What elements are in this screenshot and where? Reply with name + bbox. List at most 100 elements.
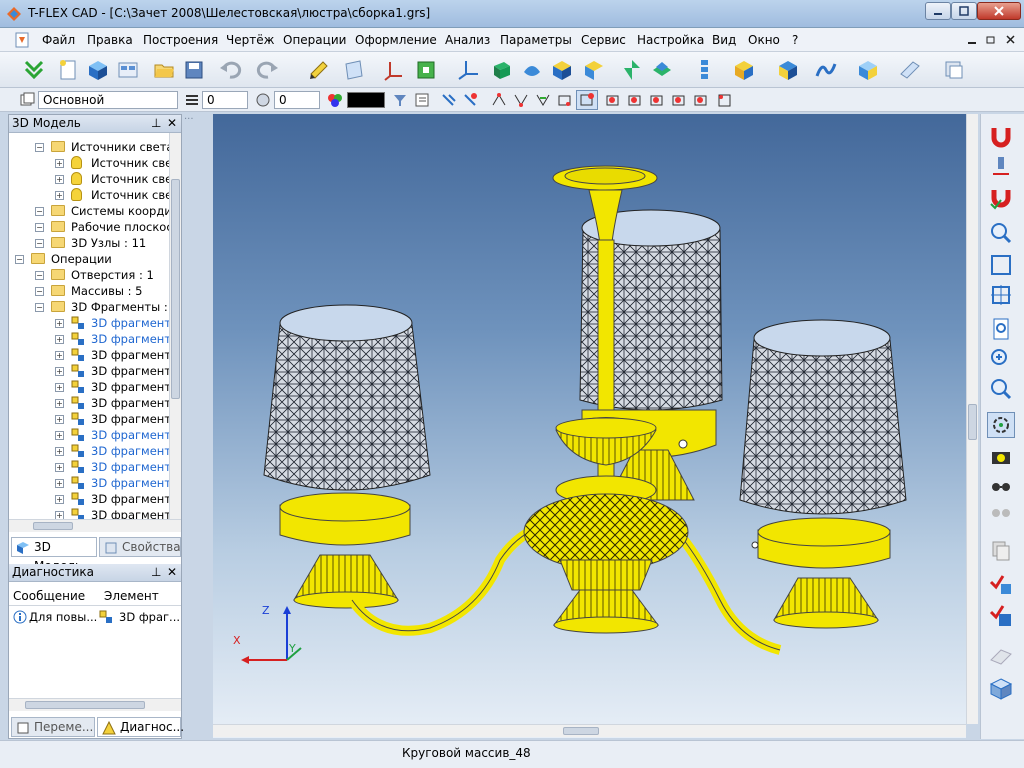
snap-group-2-icon[interactable]	[626, 92, 644, 108]
new-assembly-icon[interactable]	[116, 58, 140, 82]
expand-toggle-icon[interactable]: +	[55, 511, 64, 519]
snap-mode-active-button[interactable]	[576, 90, 598, 110]
tab-variables[interactable]: Переме...	[11, 717, 95, 737]
tree-hscroll-thumb[interactable]	[33, 522, 73, 530]
3d-view-cube-icon[interactable]	[987, 676, 1015, 702]
pin-icon[interactable]: ⊥	[151, 115, 161, 132]
expand-toggle-icon[interactable]: −	[35, 223, 44, 232]
col-element[interactable]: Элемент	[104, 589, 159, 603]
check-assembly-icon[interactable]	[987, 602, 1015, 628]
splitter-grip[interactable]: ···	[184, 114, 210, 125]
new-document-icon[interactable]	[56, 58, 80, 82]
materials-icon[interactable]	[942, 58, 966, 82]
snap-group-1-icon[interactable]	[604, 92, 622, 108]
expand-toggle-icon[interactable]: −	[15, 255, 24, 264]
solid-body-icon[interactable]	[856, 58, 880, 82]
select-element-icon[interactable]	[440, 92, 458, 108]
boolean-icon[interactable]	[620, 58, 644, 82]
tree-vertical-scrollbar[interactable]	[169, 133, 181, 519]
diag-pin-icon[interactable]: ⊥	[151, 564, 161, 581]
3d-profile-icon[interactable]	[414, 58, 438, 82]
close-button[interactable]	[977, 2, 1021, 20]
expand-toggle-icon[interactable]: +	[55, 447, 64, 456]
viewport-vscroll-thumb[interactable]	[968, 404, 977, 440]
sheet-metal-icon[interactable]	[898, 58, 922, 82]
selector-list-icon[interactable]	[414, 92, 432, 108]
glasses-icon[interactable]	[987, 474, 1015, 500]
magnet-snap-icon[interactable]	[987, 124, 1015, 150]
expand-toggle-icon[interactable]: −	[35, 287, 44, 296]
diagnostics-row[interactable]: Для повы... 3D фраг...	[9, 608, 181, 626]
menu-operations[interactable]: Операции	[283, 33, 346, 47]
tree-item[interactable]: − Рабочие плоскость	[9, 219, 169, 235]
surface-icon[interactable]	[814, 58, 838, 82]
menu-format[interactable]: Оформление	[355, 33, 437, 47]
snap-edge-icon[interactable]	[512, 92, 530, 108]
rotation-icon[interactable]	[520, 58, 544, 82]
undo-icon[interactable]	[218, 58, 242, 82]
snap-body-icon[interactable]	[556, 92, 574, 108]
zoom-window-icon[interactable]	[987, 220, 1015, 246]
tree-item[interactable]: − 3D Узлы : 11	[9, 235, 169, 251]
minimize-button[interactable]	[925, 2, 951, 20]
confirm-double-arrow-icon[interactable]	[22, 58, 46, 82]
3d-node-icon[interactable]	[456, 58, 480, 82]
edit-pencil-icon[interactable]	[307, 58, 331, 82]
menu-file[interactable]: Файл	[42, 33, 75, 47]
mdi-close-icon[interactable]	[1004, 34, 1018, 46]
menu-parameters[interactable]: Параметры	[500, 33, 572, 47]
menu-help[interactable]: ?	[792, 33, 798, 47]
menu-analysis[interactable]: Анализ	[445, 33, 490, 47]
snap-group-5-icon[interactable]	[692, 92, 710, 108]
camera-icon[interactable]	[987, 444, 1015, 470]
tree-item[interactable]: +3D фрагмент_	[9, 379, 169, 395]
tree-item[interactable]: +3D фрагмент_	[9, 475, 169, 491]
lcs-axes-icon[interactable]	[382, 58, 406, 82]
tab-diagnostics[interactable]: Диагнос...	[97, 717, 184, 737]
tree-item[interactable]: − 3D Фрагменты : 1	[9, 299, 169, 315]
pin-object-icon[interactable]	[987, 154, 1015, 180]
tab-3d-model[interactable]: 3D Модель	[11, 537, 97, 573]
mdi-restore-icon[interactable]	[984, 34, 998, 46]
expand-toggle-icon[interactable]: −	[35, 239, 44, 248]
menu-window[interactable]: Окно	[748, 33, 780, 47]
save-file-icon[interactable]	[182, 58, 206, 82]
tree-item[interactable]: +3D фрагмент_	[9, 395, 169, 411]
tree-item[interactable]: + Источник свет	[9, 155, 169, 171]
loft-icon[interactable]	[550, 58, 574, 82]
expand-toggle-icon[interactable]: +	[55, 431, 64, 440]
select-filter-icon[interactable]	[462, 92, 480, 108]
expand-toggle-icon[interactable]: +	[55, 175, 64, 184]
close-panel-icon[interactable]: ✕	[167, 115, 177, 132]
new-3d-model-icon[interactable]	[86, 58, 110, 82]
menu-settings[interactable]: Настройка	[637, 33, 704, 47]
tree-item[interactable]: +3D фрагмент_	[9, 315, 169, 331]
snap-all-icon[interactable]	[716, 92, 734, 108]
zoom-in-icon[interactable]	[987, 346, 1015, 372]
expand-toggle-icon[interactable]: +	[55, 335, 64, 344]
color-palette-icon[interactable]	[326, 92, 344, 108]
section-plane-icon[interactable]	[987, 642, 1015, 668]
expand-toggle-icon[interactable]: −	[35, 303, 44, 312]
tree-item[interactable]: +3D фрагмент_	[9, 427, 169, 443]
magnet-check-icon[interactable]	[987, 186, 1015, 212]
rotate-view-button[interactable]	[987, 412, 1015, 438]
diag-close-icon[interactable]: ✕	[167, 564, 177, 581]
diag-hscroll-thumb[interactable]	[25, 701, 145, 709]
tree-item[interactable]: +3D фрагмент_	[9, 363, 169, 379]
snap-group-4-icon[interactable]	[670, 92, 688, 108]
tree-item[interactable]: − Операции	[9, 251, 169, 267]
document-icon[interactable]	[14, 32, 32, 48]
tree-horizontal-scrollbar[interactable]	[9, 519, 181, 532]
viewport-hscroll-thumb[interactable]	[563, 727, 599, 735]
tree-item[interactable]: + Источник свет	[9, 171, 169, 187]
3d-viewport[interactable]: Z X Y	[213, 114, 966, 738]
expand-toggle-icon[interactable]: +	[55, 399, 64, 408]
snap-vertex-icon[interactable]	[490, 92, 508, 108]
tree-item[interactable]: − Массивы : 5	[9, 283, 169, 299]
open-file-icon[interactable]	[152, 58, 176, 82]
tree-item[interactable]: − Отверстия : 1	[9, 267, 169, 283]
tree-item[interactable]: − Источники света :	[9, 139, 169, 155]
color-swatch[interactable]	[347, 92, 385, 108]
snap-group-3-icon[interactable]	[648, 92, 666, 108]
